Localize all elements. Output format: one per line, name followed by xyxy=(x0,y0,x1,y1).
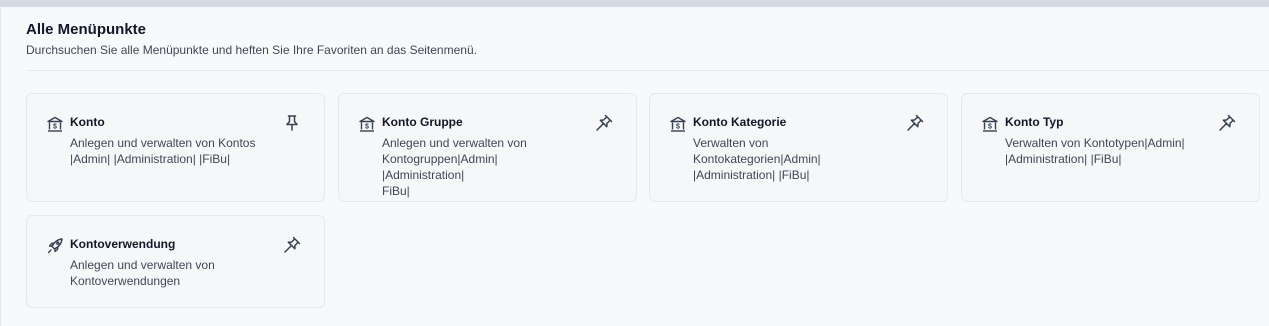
menu-card-konto-gruppe[interactable]: $ Konto Gruppe Anlegen und verwalten von… xyxy=(338,93,637,202)
menu-card-kontoverwendung[interactable]: Kontoverwendung Anlegen und verwalten vo… xyxy=(26,215,325,308)
pin-icon[interactable] xyxy=(905,113,925,133)
menu-card-title: Konto Typ xyxy=(1005,115,1064,129)
menu-card-description: Anlegen und verwalten von Kontoverwendun… xyxy=(70,258,215,288)
menu-card-description: Anlegen und verwalten von Kontos |Admin|… xyxy=(70,136,256,166)
menu-card-title: Konto Kategorie xyxy=(693,115,787,129)
pin-icon[interactable] xyxy=(1217,113,1237,133)
svg-text:$: $ xyxy=(53,124,57,131)
header-divider xyxy=(26,70,1269,71)
menu-card-description: Verwalten von Kontokategorien|Admin| |Ad… xyxy=(693,136,821,182)
pin-filled-icon[interactable] xyxy=(282,113,302,133)
page-header: Alle Menüpunkte Durchsuchen Sie alle Men… xyxy=(26,20,477,58)
bank-icon: $ xyxy=(358,115,376,133)
bank-icon: $ xyxy=(46,115,64,133)
menu-card-description: Verwalten von Kontotypen|Admin| |Adminis… xyxy=(1005,136,1185,166)
bank-icon: $ xyxy=(981,115,999,133)
left-border xyxy=(0,7,1,326)
menu-card-description: Anlegen und verwalten von Kontogruppen|A… xyxy=(382,136,527,198)
svg-text:$: $ xyxy=(676,124,680,131)
menu-card-title: Konto xyxy=(70,115,105,129)
pin-icon[interactable] xyxy=(282,235,302,255)
rocket-icon xyxy=(46,237,64,255)
top-bar xyxy=(0,0,1269,7)
menu-card-title: Kontoverwendung xyxy=(70,237,176,251)
page-subtitle: Durchsuchen Sie alle Menüpunkte und heft… xyxy=(26,43,477,57)
svg-text:$: $ xyxy=(988,124,992,131)
menu-card-title: Konto Gruppe xyxy=(382,115,463,129)
page-title: Alle Menüpunkte xyxy=(26,21,147,38)
menu-card-konto-typ[interactable]: $ Konto Typ Verwalten von Kontotypen|Adm… xyxy=(961,93,1260,202)
pin-icon[interactable] xyxy=(594,113,614,133)
bank-icon: $ xyxy=(669,115,687,133)
menu-card-konto[interactable]: $ Konto Anlegen und verwalten von Kontos… xyxy=(26,93,325,202)
menu-card-konto-kategorie[interactable]: $ Konto Kategorie Verwalten von Kontokat… xyxy=(649,93,948,202)
svg-text:$: $ xyxy=(365,124,369,131)
